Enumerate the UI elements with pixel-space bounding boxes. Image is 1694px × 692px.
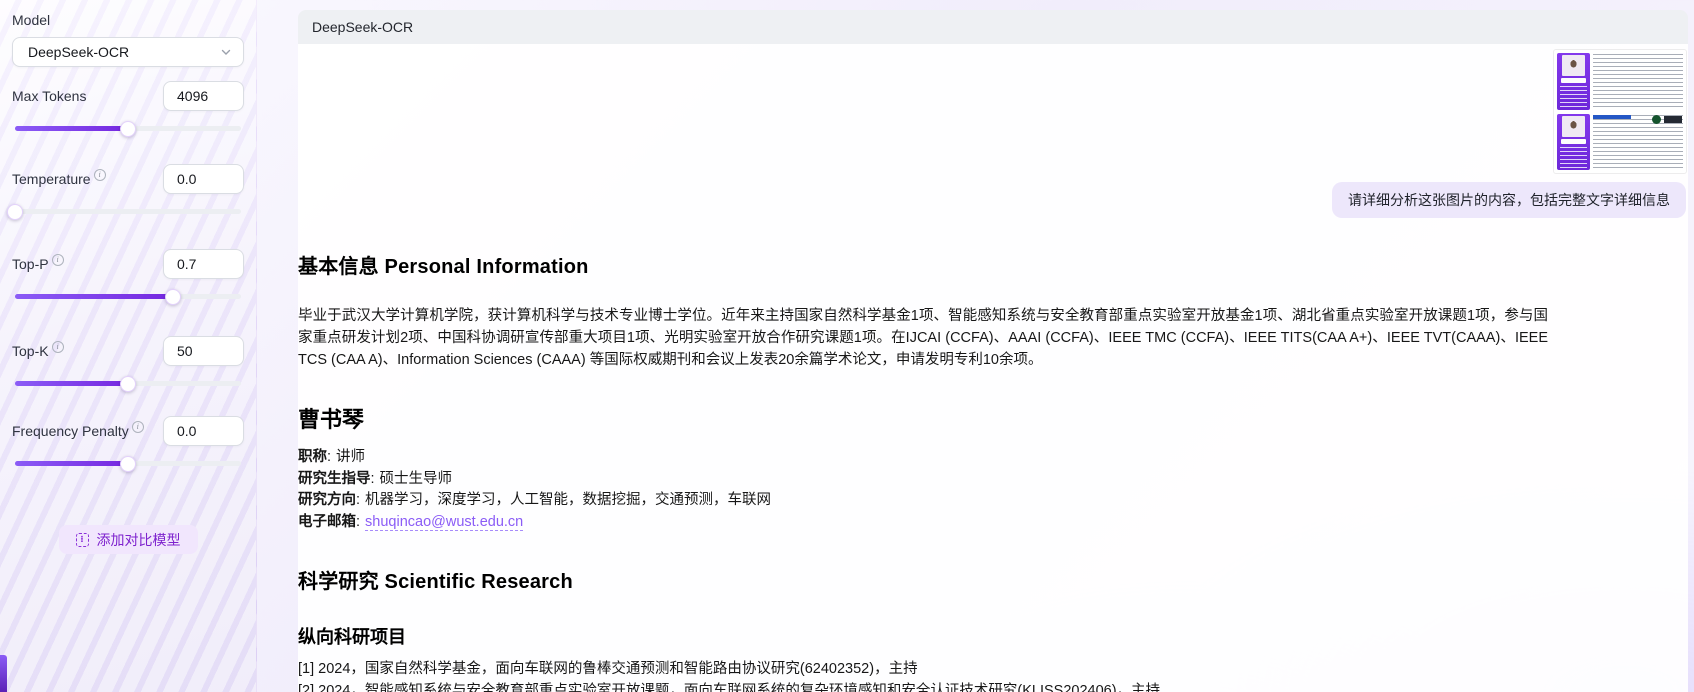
email-link[interactable]: shuqincao@wust.edu.cn [365,513,524,531]
detail-list: 职称: 讲师 研究生指导: 硕士生导师 研究方向: 机器学习，深度学习，人工智能，数据… [298,447,1548,533]
frequency-penalty-group: Frequency Penalty i [12,416,244,446]
model-label: Model [12,12,51,28]
model-select-value: DeepSeek-OCR [28,44,130,60]
thumb-photo [1562,55,1585,76]
frequency-penalty-slider[interactable] [12,455,244,472]
max-tokens-slider[interactable] [12,120,244,137]
heading-vertical-projects: 纵向科研项目 [298,627,406,647]
user-message-text: 请详细分析这张图片的内容，包括完整文字详细信息 [1348,192,1670,208]
detail-row-email: 电子邮箱: shuqincao@wust.edu.cn [298,513,524,531]
max-tokens-group: Max Tokens [12,81,244,111]
detail-row-supervision: 研究生指导: 硕士生导师 [298,470,453,487]
chat-model-title: DeepSeek-OCR [312,19,414,35]
chat-card: DeepSeek-OCR 请详细分析这张图片的内容，包括完整文字详细信息 基本信… [298,10,1688,692]
model-select[interactable]: DeepSeek-OCR [12,37,244,67]
slider-knob[interactable] [120,120,136,137]
temperature-slider[interactable] [7,203,244,220]
thumb-profile-card [1557,113,1590,170]
slider-knob[interactable] [165,288,182,305]
frequency-penalty-label: Frequency Penalty i [12,421,144,439]
thumb-profile-card [1557,53,1590,110]
add-compare-model-button[interactable]: ⁝ 添加对比模型 [58,525,198,554]
thumb-text-block [1593,54,1683,110]
info-icon[interactable]: i [93,169,106,181]
top-k-input[interactable] [163,336,244,366]
max-tokens-input[interactable] [163,81,244,111]
top-p-group: Top-P i [12,249,244,279]
top-p-slider[interactable] [12,288,244,305]
user-turn: 请详细分析这张图片的内容，包括完整文字详细信息 [298,44,1688,218]
project-list: [1] 2024，国家自然科学基金，面向车联网的鲁棒交通预测和智能路由协议研究(… [298,659,1548,692]
chevron-down-icon [221,49,231,55]
temperature-label: Temperature i [12,169,106,187]
temperature-input[interactable] [163,164,244,194]
settings-sidebar: Model DeepSeek-OCR Max Tokens Temperatur… [0,0,257,692]
temperature-group: Temperature i [12,164,244,194]
bio-paragraph: 毕业于武汉大学计算机学院，获计算机科学与技术专业博士学位。近年来主持国家自然科学… [298,308,1548,368]
detail-row-research-direction: 研究方向: 机器学习，深度学习，人工智能，数据挖掘，交通预测，车联网 [298,492,772,508]
project-item: [1] 2024，国家自然科学基金，面向车联网的鲁棒交通预测和智能路由协议研究(… [298,661,918,677]
attached-image-thumbnail[interactable] [1554,50,1686,173]
heading-basic-info: 基本信息 Personal Information [298,256,589,278]
user-message-bubble: 请详细分析这张图片的内容，包括完整文字详细信息 [1332,182,1686,218]
top-k-group: Top-K i [12,336,244,366]
project-item: [2] 2024，智能感知系统与安全教育部重点实验室开放课题，面向车联网系统的复… [298,682,1161,692]
chat-model-header: DeepSeek-OCR [298,10,1688,44]
heading-scientific-research: 科学研究 Scientific Research [298,571,573,593]
top-k-label: Top-K i [12,341,64,359]
info-icon[interactable]: i [51,254,64,266]
slider-knob[interactable] [120,455,136,472]
frequency-penalty-input[interactable] [163,416,244,446]
max-tokens-label: Max Tokens [12,88,87,104]
thumb-university-logo [1652,114,1661,124]
chat-panel: DeepSeek-OCR 请详细分析这张图片的内容，包括完整文字详细信息 基本信… [257,0,1694,692]
app-root: Model DeepSeek-OCR Max Tokens Temperatur… [0,0,1694,692]
add-model-icon: ⁝ [75,532,89,547]
top-p-input[interactable] [163,249,244,279]
thumb-photo [1562,115,1585,137]
top-k-slider[interactable] [12,375,244,392]
decorative-accent-bar [0,655,7,692]
chat-body: 请详细分析这张图片的内容，包括完整文字详细信息 基本信息 Personal In… [298,44,1688,692]
assistant-response: 基本信息 Personal Information 毕业于武汉大学计算机学院，获… [298,250,1548,692]
detail-row-title: 职称: 讲师 [298,449,366,465]
top-p-label: Top-P i [12,254,64,272]
slider-knob[interactable] [7,203,23,220]
info-icon[interactable]: i [131,421,144,433]
person-name-heading: 曹书琴 [298,407,365,432]
thumb-text-block [1593,114,1683,170]
info-icon[interactable]: i [51,341,64,353]
slider-knob[interactable] [120,375,136,392]
